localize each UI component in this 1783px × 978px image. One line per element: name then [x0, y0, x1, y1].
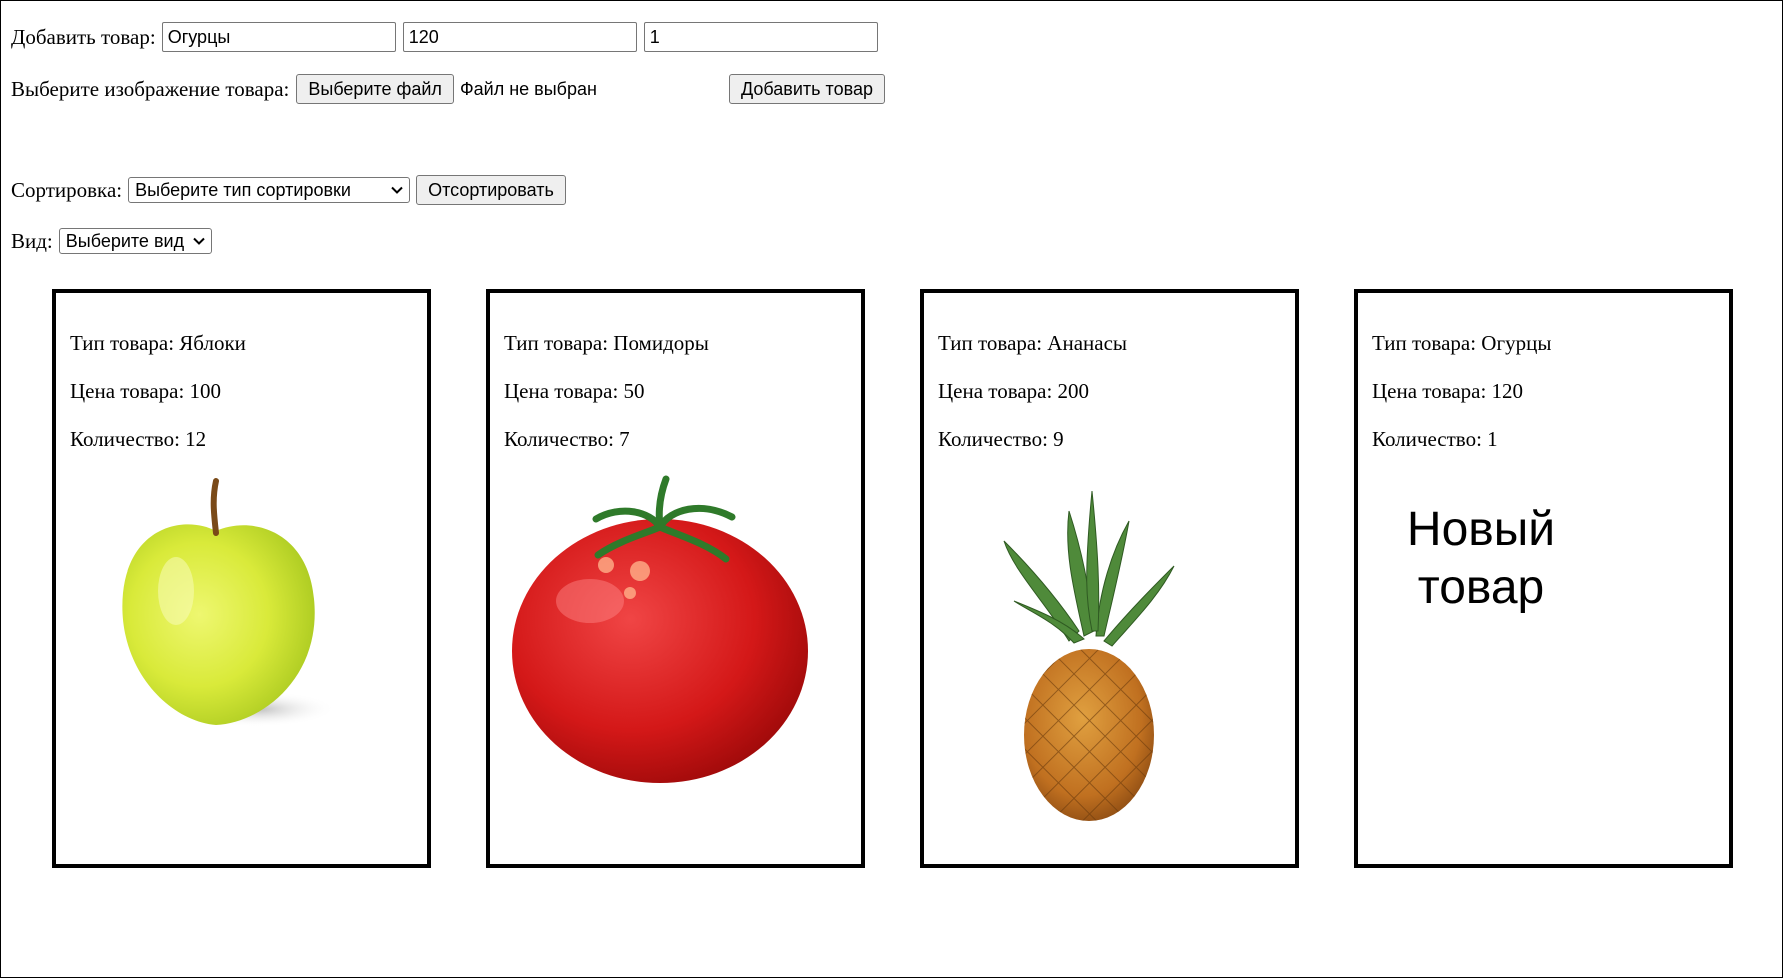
product-card: Тип товара: Ананасы Цена товара: 200 Кол…	[920, 289, 1299, 868]
view-select[interactable]: Выберите вид	[58, 228, 212, 254]
view-row: Вид: Выберите вид	[11, 226, 212, 256]
sort-label: Сортировка:	[11, 177, 123, 202]
sort-row: Сортировка: Выберите тип сортировки Отсо…	[11, 175, 566, 205]
add-product-label: Добавить товар:	[11, 24, 156, 49]
product-name-input[interactable]	[161, 22, 396, 52]
image-upload-label: Выберите изображение товара:	[11, 76, 290, 101]
sort-select-value: Выберите тип сортировки	[135, 179, 351, 200]
product-type: Тип товара: Огурцы	[1372, 331, 1552, 355]
choose-file-button[interactable]: Выберите файл	[296, 74, 454, 104]
tomato-image	[512, 475, 808, 783]
add-product-button[interactable]: Добавить товар	[729, 74, 885, 104]
product-quantity: Количество: 1	[1372, 427, 1498, 451]
pineapple-image	[1003, 490, 1175, 821]
product-quantity: Количество: 9	[938, 427, 1064, 451]
product-price: Цена товара: 100	[70, 379, 222, 403]
image-upload-row: Выберите изображение товара: Выберите фа…	[11, 74, 885, 104]
view-select-value: Выберите вид	[65, 230, 185, 251]
file-status-text: Файл не выбран	[459, 78, 597, 99]
product-price: Цена товара: 200	[938, 379, 1090, 403]
product-price: Цена товара: 120	[1372, 379, 1524, 403]
product-quantity-input[interactable]	[643, 22, 878, 52]
new-item-image-text: Новый товар	[1406, 503, 1556, 614]
product-type: Тип товара: Ананасы	[938, 331, 1128, 355]
sort-type-select[interactable]: Выберите тип сортировки	[128, 177, 411, 203]
chevron-down-icon	[193, 237, 205, 245]
product-card: Тип товара: Яблоки Цена товара: 100 Коли…	[52, 289, 431, 868]
add-product-row: Добавить товар:	[11, 22, 878, 52]
chevron-down-icon	[391, 186, 403, 194]
product-quantity: Количество: 7	[504, 427, 630, 451]
product-type: Тип товара: Яблоки	[70, 331, 246, 355]
view-label: Вид:	[11, 228, 53, 253]
app-page: Добавить товар: Выберите изображение тов…	[0, 0, 1783, 978]
product-price: Цена товара: 50	[504, 379, 645, 403]
apple-image	[122, 478, 336, 727]
product-type: Тип товара: Помидоры	[504, 331, 709, 355]
product-card: Тип товара: Помидоры Цена товара: 50 Кол…	[486, 289, 865, 868]
product-quantity: Количество: 12	[70, 427, 207, 451]
product-card: Тип товара: Огурцы Цена товара: 120 Коли…	[1354, 289, 1733, 868]
sort-button[interactable]: Отсортировать	[416, 175, 566, 205]
product-price-input[interactable]	[402, 22, 637, 52]
